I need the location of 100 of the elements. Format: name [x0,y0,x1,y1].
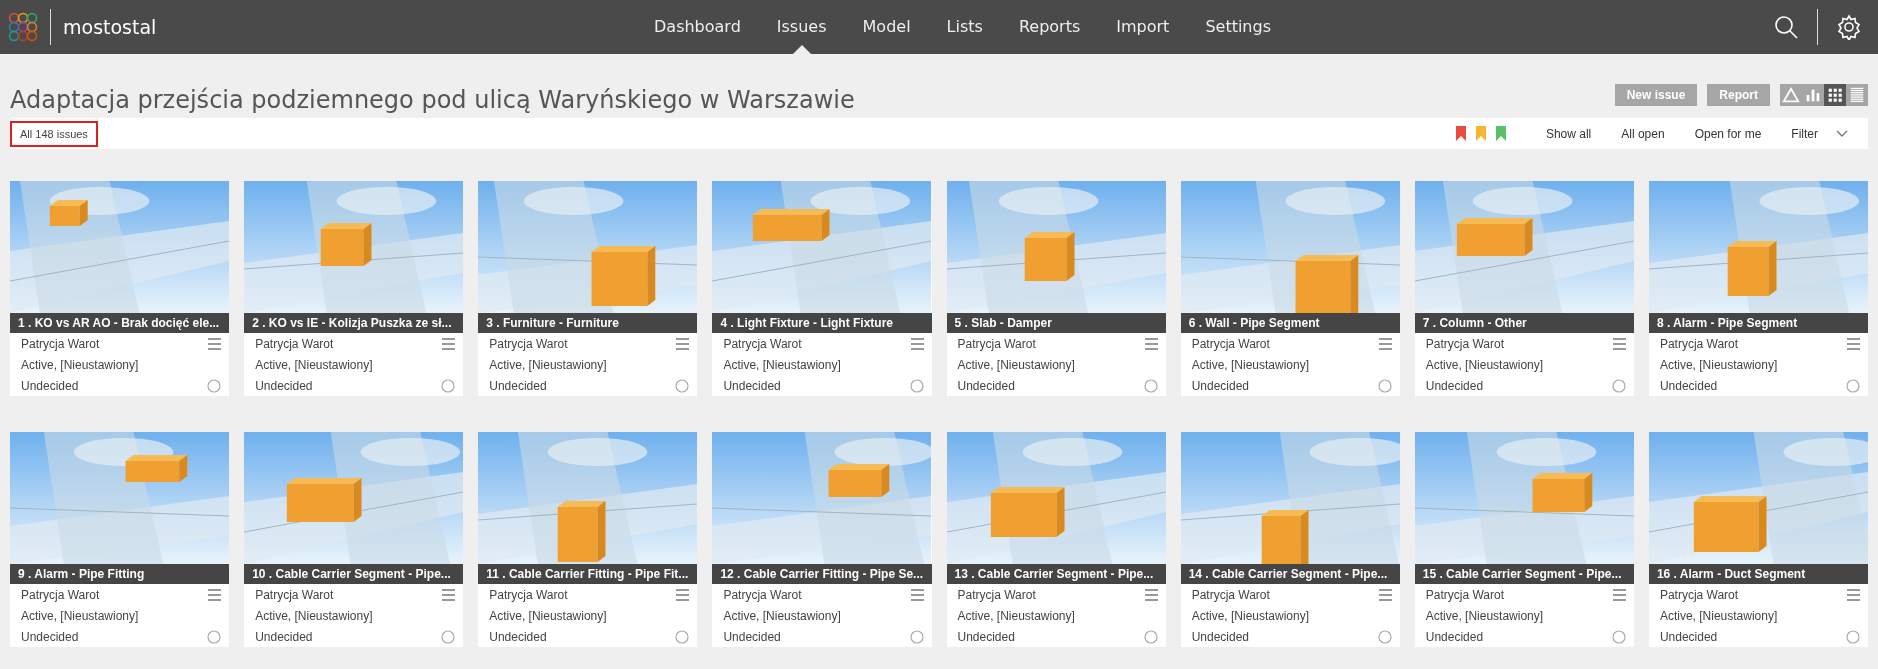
nav-tab[interactable]: Import [1098,0,1188,54]
issue-card[interactable]: 2 . KO vs IE - Kolizja Puszka ze sł... Patrycja Warot Active, [Nieustawiony] Undecided [244,181,464,396]
issue-title: 16 . Alarm - Duct Segment [1648,564,1868,584]
nav-tab[interactable]: Issues [758,0,845,54]
issue-card[interactable]: 3 . Furniture - Furniture Patrycja Warot Active, [Nieustawiony] Undecided [478,181,698,396]
radio-circle-icon[interactable] [675,629,690,644]
issue-card[interactable]: 12 . Cable Carrier Fitting - Pipe Se... Patrycja Warot Active, [Nieustawiony] Undecided [712,432,932,647]
radio-circle-icon[interactable] [207,629,222,644]
issue-title: 12 . Cable Carrier Fitting - Pipe Se... [712,564,932,584]
filter-dropdown[interactable]: Filter [1791,126,1818,141]
menu-icon[interactable] [910,337,924,350]
issue-card[interactable]: 6 . Wall - Pipe Segment Patrycja Warot Active, [Nieustawiony] Undecided [1180,181,1400,396]
issue-status: Active, [Nieustawiony] [1425,357,1544,372]
nav-tab[interactable]: Model [844,0,929,54]
nav-tab[interactable]: Dashboard [636,0,759,54]
radio-circle-icon[interactable] [441,378,456,393]
issue-decision: Undecided [957,378,1015,393]
issue-card[interactable]: 5 . Slab - Damper Patrycja Warot Active, [Nieustawiony] Undecided [946,181,1166,396]
assignee: Patrycja Warot [723,587,802,602]
issue-card[interactable]: 15 . Cable Carrier Segment - Pipe... Patrycja Warot Active, [Nieustawiony] Undecided [1414,432,1634,647]
menu-icon[interactable] [1378,588,1392,601]
radio-circle-icon[interactable] [675,378,690,393]
issue-card[interactable]: 8 . Alarm - Pipe Segment Patrycja Warot Active, [Nieustawiony] Undecided [1648,181,1868,396]
issue-title: 14 . Cable Carrier Segment - Pipe... [1180,564,1400,584]
issue-title: 9 . Alarm - Pipe Fitting [10,564,230,584]
issue-card[interactable]: 13 . Cable Carrier Segment - Pipe... Patrycja Warot Active, [Nieustawiony] Undecided [946,432,1166,647]
issue-title: 15 . Cable Carrier Segment - Pipe... [1414,564,1634,584]
menu-icon[interactable] [442,588,456,601]
issue-card[interactable]: 7 . Column - Other Patrycja Warot Active, [Nieustawiony] Undecided [1414,181,1634,396]
filter-link[interactable]: All open [1621,126,1665,141]
assignee: Patrycja Warot [1659,336,1739,351]
issue-decision: Undecided [489,378,547,393]
issue-title: 11 . Cable Carrier Fitting - Pipe Fit... [478,564,698,584]
settings-icon[interactable] [1836,14,1862,40]
assignee: Patrycja Warot [1425,587,1504,602]
issue-decision: Undecided [489,629,547,644]
issue-card[interactable]: 16 . Alarm - Duct Segment Patrycja Warot Active, [Nieustawiony] Undecided [1648,432,1868,647]
nav-tab[interactable]: Reports [1000,0,1099,54]
menu-icon[interactable] [1612,337,1626,350]
menu-icon[interactable] [910,588,924,601]
issue-card[interactable]: 1 . KO vs AR AO - Brak docięć ele... Patrycja Warot Active, [Nieustawiony] Undecided [10,181,230,396]
menu-icon[interactable] [208,588,222,601]
menu-icon[interactable] [676,337,690,350]
menu-icon[interactable] [442,337,456,350]
search-icon[interactable] [1773,14,1799,40]
menu-icon[interactable] [1144,588,1158,601]
radio-circle-icon[interactable] [1611,629,1626,644]
nav-tab[interactable]: Settings [1187,0,1289,54]
issue-card[interactable]: 9 . Alarm - Pipe Fitting Patrycja Warot Active, [Nieustawiony] Undecided [10,432,230,647]
nav-tab[interactable]: Lists [928,0,1001,54]
radio-circle-icon[interactable] [441,629,456,644]
grid-view-button[interactable] [1824,84,1846,106]
issue-card[interactable]: 4 . Light Fixture - Light Fixture Patrycja Warot Active, [Nieustawiony] Undecided [712,181,932,396]
bookmark-flag-icon[interactable] [1475,126,1486,141]
issue-title: 6 . Wall - Pipe Segment [1180,313,1400,333]
issue-status: Active, [Nieustawiony] [957,608,1075,623]
menu-icon[interactable] [1847,337,1860,350]
filter-link[interactable]: Open for me [1694,126,1762,141]
menu-icon[interactable] [1612,588,1626,601]
assignee: Patrycja Warot [1659,587,1739,602]
menu-icon[interactable] [1847,588,1860,601]
assignee: Patrycja Warot [489,587,568,602]
issue-status: Active, [Nieustawiony] [489,357,607,372]
radio-circle-icon[interactable] [909,378,924,393]
issue-decision: Undecided [1191,378,1249,393]
issue-decision: Undecided [1191,629,1249,644]
bookmark-flag-icon[interactable] [1495,126,1506,141]
issue-decision: Undecided [723,629,781,644]
radio-circle-icon[interactable] [1377,378,1392,393]
menu-icon[interactable] [676,588,690,601]
issue-title: 8 . Alarm - Pipe Segment [1648,313,1868,333]
issue-status: Active, [Nieustawiony] [1191,608,1309,623]
radio-circle-icon[interactable] [909,629,924,644]
issue-card[interactable]: 10 . Cable Carrier Segment - Pipe... Patrycja Warot Active, [Nieustawiony] Undecided [244,432,464,647]
issue-card[interactable]: 14 . Cable Carrier Segment - Pipe... Patrycja Warot Active, [Nieustawiony] Undecided [1180,432,1400,647]
radio-circle-icon[interactable] [1846,629,1860,644]
radio-circle-icon[interactable] [207,378,222,393]
filter-link[interactable]: Show all [1545,126,1592,141]
issue-title: 1 . KO vs AR AO - Brak docięć ele... [10,313,230,333]
assignee: Patrycja Warot [957,587,1036,602]
issue-card[interactable]: 11 . Cable Carrier Fitting - Pipe Fit... Patrycja Warot Active, [Nieustawiony] Undecided [478,432,698,647]
issue-decision: Undecided [255,378,313,393]
menu-icon[interactable] [1144,337,1158,350]
radio-circle-icon[interactable] [1846,378,1860,393]
menu-icon[interactable] [1378,337,1392,350]
issue-status: Active, [Nieustawiony] [255,608,373,623]
issue-decision: Undecided [255,629,313,644]
menu-icon[interactable] [208,337,222,350]
radio-circle-icon[interactable] [1143,378,1158,393]
issue-status: Active, [Nieustawiony] [255,357,373,372]
issue-title: 4 . Light Fixture - Light Fixture [712,313,932,333]
issue-decision: Undecided [1425,378,1484,393]
chevron-down-icon[interactable] [1836,129,1848,138]
radio-circle-icon[interactable] [1143,629,1158,644]
radio-circle-icon[interactable] [1611,378,1626,393]
assignee: Patrycja Warot [489,336,568,351]
bookmark-flag-icon[interactable] [1455,126,1466,141]
radio-circle-icon[interactable] [1377,629,1392,644]
issue-decision: Undecided [21,629,79,644]
assignee: Patrycja Warot [957,336,1036,351]
